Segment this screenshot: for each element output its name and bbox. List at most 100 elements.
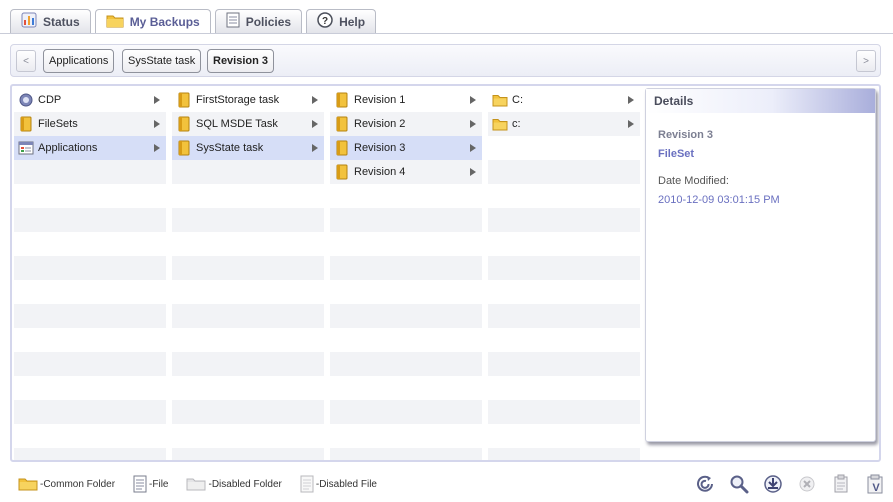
help-icon: ?	[317, 12, 333, 31]
list-item-label: Revision 3	[354, 142, 406, 154]
list-item-label: SysState task	[196, 142, 264, 154]
common-folder-icon	[492, 116, 508, 132]
list-item-applications[interactable]: Applications	[14, 136, 166, 160]
list-item-label: SQL MSDE Task	[196, 118, 278, 130]
search-icon[interactable]	[729, 474, 749, 494]
list-item-label: FirstStorage task	[196, 94, 280, 106]
browser-column-2: FirstStorage task SQL MSDE Task SysState…	[172, 88, 324, 460]
chevron-right-icon	[470, 168, 476, 176]
cdp-icon	[18, 92, 34, 108]
document-icon	[226, 12, 240, 31]
list-item-label: Revision 1	[354, 94, 406, 106]
details-panel: Details Revision 3 FileSet Date Modified…	[645, 88, 876, 442]
list-item-label: Revision 4	[354, 166, 406, 178]
legend-disabled-folder-label: -Disabled Folder	[208, 478, 282, 490]
chevron-right-icon	[470, 96, 476, 104]
download-icon[interactable]	[763, 474, 783, 494]
folder-icon	[334, 164, 350, 180]
svg-text:?: ?	[322, 16, 328, 27]
browser-column-4: C: c:	[488, 88, 640, 460]
details-item-type: FileSet	[658, 148, 695, 160]
browser-column-1: CDP FileSets Applications	[14, 88, 166, 460]
status-chart-icon	[21, 12, 37, 31]
tab-my-backups-label: My Backups	[129, 15, 200, 29]
list-item-drive-c-upper[interactable]: C:	[488, 88, 640, 112]
chevron-right-icon	[154, 144, 160, 152]
details-item-name: Revision 3	[658, 129, 714, 141]
chevron-right-icon	[312, 120, 318, 128]
applications-icon	[18, 140, 34, 156]
legend-file-label: -File	[149, 478, 169, 490]
disabled-folder-icon	[186, 477, 206, 491]
tab-strip: Status My Backups Policies ? Help	[10, 9, 377, 34]
tab-my-backups[interactable]: My Backups	[94, 9, 211, 34]
list-item-firststorage-task[interactable]: FirstStorage task	[172, 88, 324, 112]
disabled-file-icon	[300, 475, 314, 493]
file-icon	[133, 475, 147, 493]
restore-icon[interactable]	[695, 474, 715, 494]
list-item-cdp[interactable]: CDP	[14, 88, 166, 112]
delete-icon[interactable]	[797, 474, 817, 494]
list-item-label: Applications	[38, 142, 98, 154]
verify-icon[interactable]: V	[865, 474, 885, 494]
tab-help[interactable]: ? Help	[306, 9, 377, 33]
chevron-right-icon	[628, 96, 634, 104]
list-item-sql-msde-task[interactable]: SQL MSDE Task	[172, 112, 324, 136]
column-browser: CDP FileSets Applications FirstStorage t…	[10, 84, 881, 462]
folder-icon	[176, 116, 192, 132]
legend-disabled-folder: -Disabled Folder	[186, 477, 282, 491]
chevron-right-icon	[154, 120, 160, 128]
list-item-label: C:	[512, 94, 523, 106]
breadcrumb-forward-button[interactable]: >	[856, 50, 876, 72]
list-item-label: c:	[512, 118, 521, 130]
list-item-revision-3[interactable]: Revision 3	[330, 136, 482, 160]
list-item-label: FileSets	[38, 118, 78, 130]
browser-column-3: Revision 1 Revision 2 Revision 3 Revisio…	[330, 88, 482, 460]
copy-icon[interactable]	[831, 474, 851, 494]
legend-disabled-file-label: -Disabled File	[315, 478, 377, 490]
folder-icon	[176, 140, 192, 156]
chevron-right-icon	[628, 120, 634, 128]
breadcrumb-item-sysstate-task[interactable]: SysState task	[122, 49, 202, 73]
legend-common-folder: -Common Folder	[18, 477, 115, 491]
tab-status-label: Status	[43, 14, 80, 29]
details-title: Details	[646, 89, 875, 113]
legend-disabled-file: -Disabled File	[300, 475, 377, 493]
breadcrumb-item-applications[interactable]: Applications	[43, 49, 115, 73]
details-date-label: Date Modified:	[658, 175, 729, 187]
legend-common-folder-label: -Common Folder	[40, 478, 116, 490]
tab-policies[interactable]: Policies	[214, 9, 303, 33]
chevron-right-icon	[312, 96, 318, 104]
list-item-label: CDP	[38, 94, 62, 106]
folder-icon	[334, 140, 350, 156]
tab-policies-label: Policies	[245, 14, 292, 29]
folder-icon	[334, 92, 350, 108]
chevron-right-icon	[312, 144, 318, 152]
folder-icon	[334, 116, 350, 132]
chevron-right-icon	[470, 144, 476, 152]
breadcrumb-back-button[interactable]: <	[16, 50, 36, 72]
list-item-revision-1[interactable]: Revision 1	[330, 88, 482, 112]
action-toolbar: V	[695, 472, 885, 496]
common-folder-icon	[18, 477, 38, 491]
list-item-drive-c-lower[interactable]: c:	[488, 112, 640, 136]
legend-file: -File	[133, 475, 168, 493]
details-date-value: 2010-12-09 03:01:15 PM	[658, 194, 780, 206]
folder-icon	[106, 14, 124, 31]
list-item-sysstate-task[interactable]: SysState task	[172, 136, 324, 160]
tab-divider	[0, 33, 893, 34]
chevron-right-icon	[154, 96, 160, 104]
folder-icon	[176, 92, 192, 108]
list-item-label: Revision 2	[354, 118, 406, 130]
tab-help-label: Help	[339, 14, 366, 29]
chevron-right-icon	[470, 120, 476, 128]
list-item-filesets[interactable]: FileSets	[14, 112, 166, 136]
list-item-revision-4[interactable]: Revision 4	[330, 160, 482, 184]
breadcrumb-item-revision-3[interactable]: Revision 3	[207, 49, 275, 73]
folder-icon	[18, 116, 34, 132]
tab-status[interactable]: Status	[10, 9, 91, 33]
legend: -Common Folder -File -Disabled Folder -D…	[18, 472, 395, 496]
common-folder-icon	[492, 92, 508, 108]
list-item-revision-2[interactable]: Revision 2	[330, 112, 482, 136]
breadcrumb: < Applications SysState task Revision 3 …	[10, 44, 881, 77]
